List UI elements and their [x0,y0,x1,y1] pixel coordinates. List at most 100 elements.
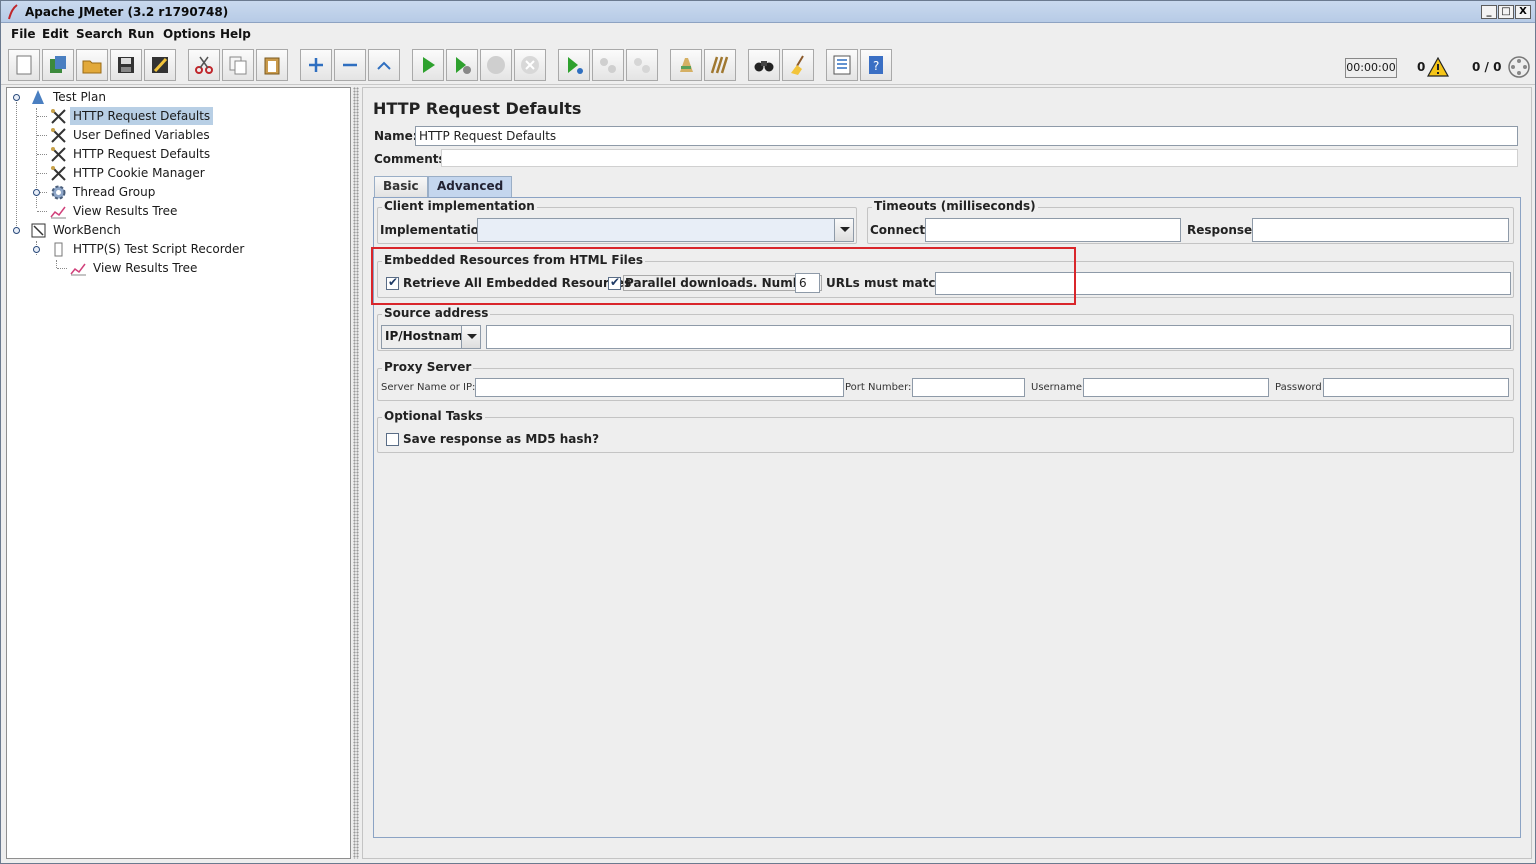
remote-exit-button[interactable] [626,49,658,81]
expand-toggle[interactable] [33,246,40,253]
tab-advanced[interactable]: Advanced [428,176,513,197]
remote-stop-button[interactable] [592,49,624,81]
binoculars-icon [754,61,774,72]
expand-toggle[interactable] [13,94,20,101]
save-as-button[interactable] [144,49,176,81]
save-as-icon [152,57,168,73]
minimize-button[interactable]: _ [1481,5,1497,19]
test-plan-tree: Test Plan HTTP Request Defaults User Def… [6,87,351,859]
connect-timeout-field[interactable] [925,218,1181,242]
remote-stop-icon [600,58,616,73]
source-address-field[interactable] [486,325,1511,349]
proxy-server-group: Proxy Server Server Name or IP: Port Num… [377,360,1514,401]
proxy-server-field[interactable] [475,378,844,397]
name-field[interactable]: HTTP Request Defaults [415,126,1518,146]
save-icon [118,57,134,73]
collapse-button[interactable] [334,49,366,81]
menu-bar: File Edit Search Run Options Help [1,24,1535,44]
optional-tasks-group: Optional Tasks Save response as MD5 hash… [377,409,1514,453]
templates-button[interactable] [42,49,74,81]
source-address-group: Source address IP/Hostname [377,306,1514,351]
proxy-port-label: Port Number: [845,382,912,393]
help-icon: ? [869,56,883,74]
start-button[interactable] [412,49,444,81]
thread-group-icon [51,185,66,200]
new-icon [16,55,32,75]
client-implementation-group: Client implementation Implementation: [377,199,857,244]
paste-icon [264,57,280,75]
tab-basic[interactable]: Basic [374,176,428,197]
implementation-dropdown[interactable] [477,218,854,242]
search-button[interactable] [748,49,780,81]
page-title: HTTP Request Defaults [373,99,582,118]
client-implementation-title: Client implementation [382,199,537,213]
stop-button[interactable] [480,49,512,81]
new-button[interactable] [8,49,40,81]
menu-help[interactable]: Help [220,27,251,41]
recorder-icon [54,242,63,257]
menu-options[interactable]: Options [163,27,216,41]
function-helper-button[interactable] [826,49,858,81]
copy-button[interactable] [222,49,254,81]
open-icon [82,60,102,74]
list-icon [833,55,851,75]
response-label: Response: [1187,223,1257,237]
reset-search-button[interactable] [782,49,814,81]
error-count: 0 [1417,60,1426,74]
expand-toggle[interactable] [13,227,20,234]
expand-icon [309,58,323,72]
collapse-icon [343,63,357,67]
clear-all-icon [710,56,729,74]
md5-hash-label: Save response as MD5 hash? [403,432,600,446]
menu-edit[interactable]: Edit [42,27,69,41]
tree-line [37,211,47,212]
window-title: Apache JMeter (3.2 r1790748) [25,5,229,19]
comments-label: Comments: [374,152,451,166]
tree-line [16,102,17,232]
close-button[interactable]: X [1515,5,1531,19]
config-element-icon [51,147,66,162]
broom-icon [791,55,804,75]
config-element-icon [51,109,66,124]
shutdown-button[interactable] [514,49,546,81]
stop-icon [487,56,505,74]
toggle-icon [377,61,391,70]
md5-hash-checkbox[interactable] [386,433,399,446]
name-label: Name: [374,129,418,143]
comments-field[interactable] [441,149,1518,167]
maximize-button[interactable]: □ [1498,5,1514,19]
proxy-port-field[interactable] [912,378,1025,397]
expand-button[interactable] [300,49,332,81]
proxy-username-field[interactable] [1083,378,1269,397]
menu-run[interactable]: Run [128,27,154,41]
cut-button[interactable] [188,49,220,81]
menu-file[interactable]: File [11,27,36,41]
proxy-username-label: Username [1031,382,1082,393]
open-button[interactable] [76,49,108,81]
source-address-title: Source address [382,306,491,320]
paste-button[interactable] [256,49,288,81]
expand-toggle[interactable] [33,189,40,196]
toolbar: ? 00:00:00 0 0 / 0 [1,45,1535,85]
title-bar: Apache JMeter (3.2 r1790748) _ □ X [1,1,1535,23]
clear-icon [680,58,693,72]
response-timeout-field[interactable] [1252,218,1509,242]
split-pane-divider[interactable] [353,87,359,859]
menu-search[interactable]: Search [76,27,122,41]
clear-all-button[interactable] [704,49,736,81]
workbench-icon [31,223,46,238]
clear-button[interactable] [670,49,702,81]
source-type-dropdown[interactable]: IP/Hostname [381,325,481,349]
start-no-pause-button[interactable] [446,49,478,81]
toggle-button[interactable] [368,49,400,81]
svg-text:?: ? [873,59,879,73]
timeouts-title: Timeouts (milliseconds) [872,199,1038,213]
tree-line [37,135,47,136]
warning-icon[interactable] [1427,57,1449,77]
templates-icon [50,56,66,73]
proxy-password-field[interactable] [1323,378,1509,397]
save-button[interactable] [110,49,142,81]
help-button[interactable]: ? [860,49,892,81]
tree-line [37,154,47,155]
remote-start-button[interactable] [558,49,590,81]
